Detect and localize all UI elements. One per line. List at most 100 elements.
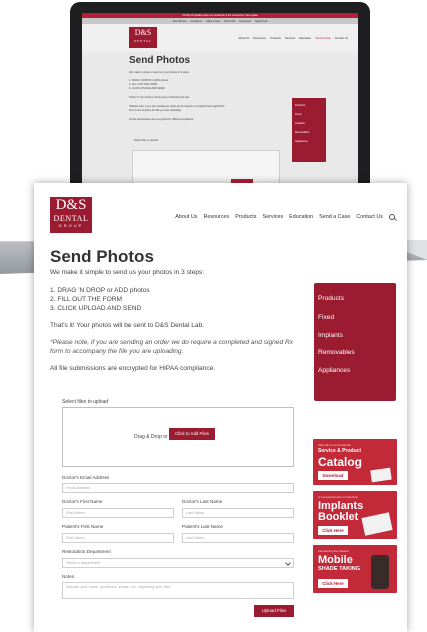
laptop-sidebar-item[interactable]: Fixed	[295, 113, 326, 116]
laptop-screen: COVID-19 Updates about our dental lab in…	[82, 13, 358, 193]
implants-booklet-image	[361, 512, 393, 536]
nav-education[interactable]: Education	[289, 214, 313, 220]
laptop-step: 2. FILL OUT THE FORM	[129, 83, 158, 86]
nav-send-a-case[interactable]: Send a Case	[319, 214, 350, 220]
rx-note-line-1: *Please note, if you are sending an orde…	[50, 339, 294, 346]
product-showcase: COVID-19 Updates about our dental lab in…	[0, 0, 427, 632]
laptop-nav-item[interactable]: Services	[285, 37, 295, 40]
search-icon[interactable]	[389, 214, 395, 220]
logo-tag-text: GROUP	[58, 223, 84, 228]
site-logo[interactable]: D&S DENTAL GROUP	[50, 197, 92, 233]
patient-first-name-field[interactable]: First Name	[62, 533, 174, 543]
implants-ad-kicker: A Comprehensive Introduction	[318, 495, 359, 499]
hipaa-text: All file submissions are encrypted for H…	[50, 365, 216, 372]
phone-image	[371, 555, 389, 589]
laptop-utility-link[interactable]: Contact Us	[191, 20, 203, 23]
laptop-sidebar-item[interactable]: Removables	[295, 131, 326, 134]
doctor-first-name-label: Doctor's First Name	[62, 499, 103, 504]
laptop-logo-sub: DENTAL	[134, 39, 152, 43]
email-label: Doctor's Email Address	[62, 475, 110, 480]
nav-resources[interactable]: Resources	[203, 214, 229, 220]
laptop-nav-item[interactable]: Resources	[253, 37, 266, 40]
logo-sub-text: DENTAL	[53, 214, 89, 223]
mobile-shade-ad[interactable]: Introducing the Newest Mobile SHADE TAKI…	[313, 545, 397, 593]
department-select-value: Select a department	[66, 561, 100, 565]
nav-products[interactable]: Products	[235, 214, 256, 220]
laptop-nav-item-active[interactable]: Send a Case	[315, 37, 331, 40]
nav-services[interactable]: Services	[263, 214, 284, 220]
sidebar-item-removables[interactable]: Removables	[318, 349, 355, 356]
laptop-nav-item[interactable]: Contact Us	[335, 37, 348, 40]
laptop-nav-item[interactable]: Products	[270, 37, 281, 40]
laptop-nav-item[interactable]: About Us	[238, 37, 249, 40]
file-dropzone[interactable]: Drag & Drop or Click to Add Files	[62, 407, 294, 467]
sidebar-item-fixed[interactable]: Fixed	[318, 314, 334, 321]
catalog-ad[interactable]: View all of our dental lab Service & Pro…	[313, 439, 397, 485]
mobile-ad-subtitle: SHADE TAKING	[318, 566, 361, 572]
patient-last-name-field[interactable]: Last Name	[182, 533, 294, 543]
doctor-first-name-field[interactable]: First Name	[62, 508, 174, 518]
patient-last-name-label: Patient's Last Name	[182, 524, 223, 529]
catalog-ad-kicker: View all of our dental lab	[318, 443, 351, 447]
sidebar-item-products[interactable]: Products	[318, 295, 344, 302]
laptop-hipaa: All file submissions are encrypted for H…	[129, 118, 194, 121]
rx-note-line-2: form to accompany the file you are uploa…	[50, 348, 184, 355]
implants-click-here-button[interactable]: Click Here	[318, 526, 348, 535]
laptop-logo[interactable]: D&S DENTAL	[129, 27, 157, 48]
upload-label: Select files to upload	[62, 399, 109, 405]
mobile-ad-kicker: Introducing the Newest	[318, 549, 349, 553]
laptop-nav: About Us Resources Products Services Edu…	[238, 37, 348, 40]
laptop-header: D&S DENTAL About Us Resources Products S…	[82, 24, 358, 52]
doctor-last-name-label: Doctor's Last Name	[182, 499, 223, 504]
nav-about-us[interactable]: About Us	[175, 214, 197, 220]
department-label: Restoration Department	[62, 549, 111, 554]
catalog-ad-subtitle: Service & Product	[318, 448, 362, 454]
laptop-nav-item[interactable]: Education	[299, 37, 311, 40]
laptop-sidebar-item[interactable]: Appliances	[295, 140, 326, 143]
department-select[interactable]: Select a department	[62, 558, 294, 568]
email-field[interactable]: Email Address	[62, 483, 294, 493]
doctor-last-name-field[interactable]: Last Name	[182, 508, 294, 518]
laptop-intro: We make it simple to send us your photos…	[129, 71, 190, 74]
catalog-download-button[interactable]: Download	[318, 471, 348, 480]
laptop-step: 3. CLICK UPLOAD AND SEND	[129, 87, 165, 90]
laptop-logo-main: D&S	[134, 28, 152, 37]
page-title: Send Photos	[50, 247, 154, 266]
sidebar-menu: Products Fixed Implants Removables Appli…	[314, 283, 396, 401]
upload-files-button[interactable]: Upload Files	[254, 605, 294, 617]
laptop-sidebar-menu: Products Fixed Implants Removables Appli…	[292, 98, 326, 162]
laptop-sidebar-item[interactable]: Products	[295, 104, 326, 107]
logo-main-text: D&S	[55, 197, 87, 213]
implants-booklet-ad[interactable]: A Comprehensive Introduction Implants Bo…	[313, 491, 397, 539]
step-2: 2. FILL OUT THE FORM	[50, 296, 123, 303]
laptop-done: That's it! Your photos will be sent to D…	[129, 96, 190, 99]
laptop-utility-link[interactable]: Search Lab	[255, 20, 267, 23]
implants-ad-title-line2: Booklet	[318, 511, 359, 523]
chevron-down-icon	[285, 560, 291, 566]
laptop-utility-link[interactable]: Dental Lab	[239, 20, 251, 23]
mobile-ad-title: Mobile	[318, 554, 353, 566]
catalog-ad-title: Catalog	[318, 455, 363, 469]
laptop-utility-link[interactable]: Book Now	[224, 20, 235, 23]
send-photos-page: D&S DENTAL GROUP About Us Resources Prod…	[34, 183, 407, 632]
laptop-utility-link[interactable]: Make a Case	[206, 20, 220, 23]
step-1: 1. DRAG 'N DROP or ADD photos	[50, 287, 150, 294]
sidebar-item-implants[interactable]: Implants	[318, 332, 343, 339]
nav-contact-us[interactable]: Contact Us	[356, 214, 383, 220]
mobile-click-here-button[interactable]: Click Here	[318, 579, 348, 588]
site-header: D&S DENTAL GROUP About Us Resources Prod…	[34, 183, 407, 239]
main-nav: About Us Resources Products Services Edu…	[175, 214, 395, 220]
catalog-book-image	[370, 467, 392, 483]
add-files-button[interactable]: Click to Add Files	[169, 428, 215, 440]
dropzone-text: Drag & Drop or	[134, 434, 168, 440]
step-3: 3. CLICK UPLOAD AND SEND	[50, 305, 142, 312]
laptop-utility-link[interactable]: Send Photos	[173, 20, 187, 23]
sidebar-item-appliances[interactable]: Appliances	[318, 367, 350, 374]
intro-text: We make it simple to send us your photos…	[50, 269, 205, 276]
laptop-step: 1. DRAG 'N DROP or ADD photos	[129, 79, 169, 82]
laptop-sidebar-item[interactable]: Implants	[295, 122, 326, 125]
notes-textarea[interactable]: Indicate your notes, questions, shade, e…	[62, 582, 294, 599]
laptop-page-title: Send Photos	[129, 55, 191, 66]
laptop-upload-label: Select files to upload	[134, 139, 158, 142]
patient-first-name-label: Patient's First Name	[62, 524, 104, 529]
